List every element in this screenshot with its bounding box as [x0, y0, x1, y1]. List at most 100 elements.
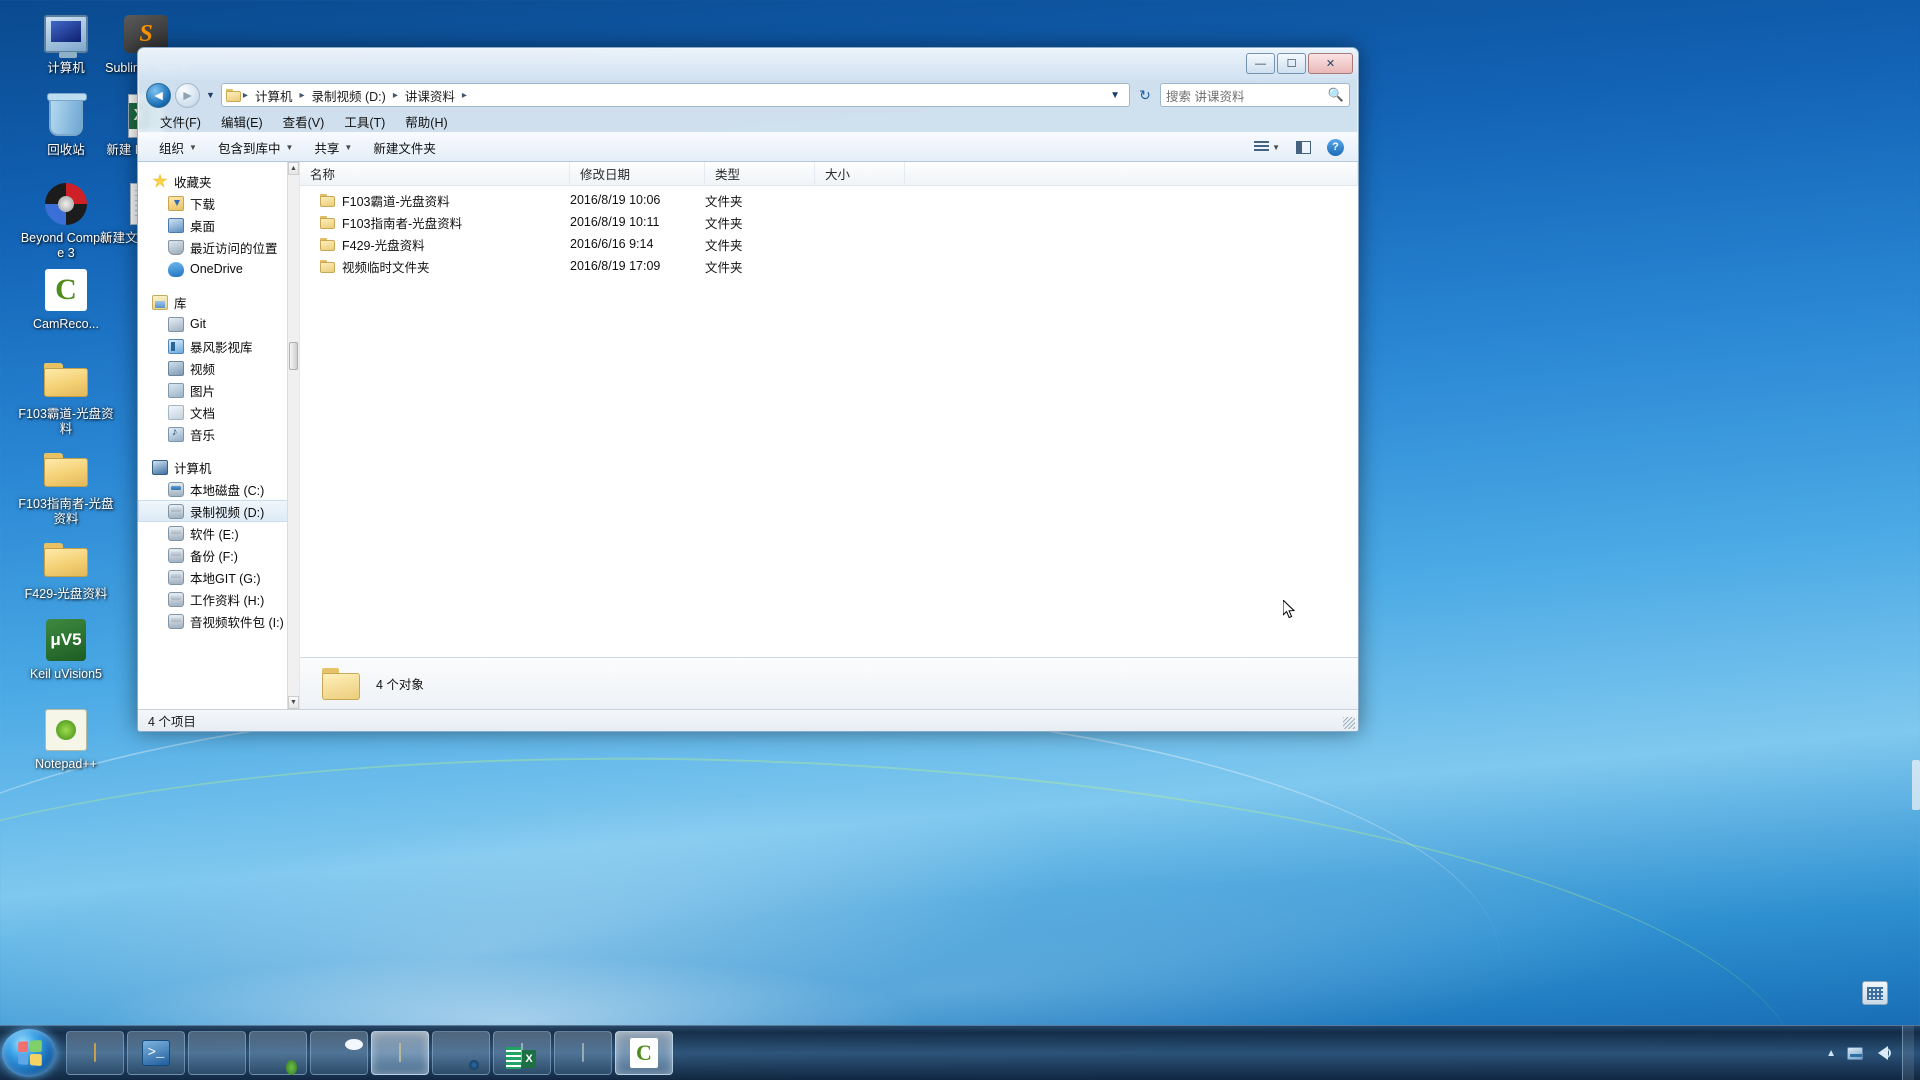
taskbar-button-calculator-icon[interactable] [554, 1031, 612, 1075]
tree-item-音乐[interactable]: 音乐 [138, 423, 299, 445]
scroll-up-button[interactable]: ▲ [288, 162, 299, 175]
tree-item-label: 录制视频 (D:) [190, 505, 265, 520]
share-button[interactable]: 共享 ▼ [305, 134, 361, 161]
column-header-date[interactable]: 修改日期 [570, 162, 705, 185]
breadcrumb-folder[interactable]: 讲课资料 [400, 84, 460, 106]
cell-name: 视频临时文件夹 [300, 257, 570, 276]
desktop-icon-keil-icon[interactable]: μV5 Keil uVision5 [16, 608, 116, 682]
table-row[interactable]: F103指南者-光盘资料 2016/8/19 10:11 文件夹 [300, 211, 1358, 233]
help-button[interactable]: ? [1321, 136, 1350, 159]
computer-icon [42, 10, 90, 58]
desktop-icon-folder-icon[interactable]: F103霸道-光盘资料 [16, 348, 116, 437]
breadcrumb-computer[interactable]: 计算机 [250, 84, 298, 106]
address-bar[interactable]: ▸ 计算机 ▸ 录制视频 (D:) ▸ 讲课资料 ▸ ▼ [220, 83, 1130, 107]
calculator-icon [582, 1043, 584, 1062]
column-header-blank [905, 162, 1358, 185]
new-folder-button[interactable]: 新建文件夹 [364, 134, 445, 161]
menu-item-4[interactable]: 帮助(H) [397, 110, 455, 133]
taskbar-button-camrecorder-icon[interactable]: C [615, 1031, 673, 1075]
recycle-bin-icon [42, 92, 90, 140]
breadcrumb-drive[interactable]: 录制视频 (D:) [307, 84, 391, 106]
tree-item-label: 下载 [190, 197, 216, 212]
tree-item-Git[interactable]: Git [138, 313, 299, 335]
organize-button[interactable]: 组织 ▼ [150, 134, 206, 161]
taskbar-buttons: >_ X C [66, 1031, 673, 1075]
tree-item-最近访问的位置[interactable]: 最近访问的位置 [138, 236, 299, 258]
tree-item-本地磁盘 (C:)[interactable]: 本地磁盘 (C:) [138, 478, 299, 500]
table-row[interactable]: 视频临时文件夹 2016/8/19 17:09 文件夹 [300, 255, 1358, 277]
close-button[interactable]: ✕ [1308, 53, 1353, 74]
tree-group-收藏夹[interactable]: 收藏夹 [138, 170, 299, 192]
minimize-button[interactable]: — [1246, 53, 1275, 74]
tree-item-label: 本地GIT (G:) [190, 571, 261, 586]
taskbar-button-explorer-icon[interactable] [66, 1031, 124, 1075]
new-folder-label: 新建文件夹 [373, 141, 436, 156]
navpane-scrollbar[interactable]: ▲ ▼ [287, 162, 299, 709]
refresh-button[interactable]: ↻ [1134, 84, 1156, 106]
tree-item-音视频软件包 (I:)[interactable]: 音视频软件包 (I:) [138, 610, 299, 632]
taskbar-button-notepad-icon[interactable] [371, 1031, 429, 1075]
tree-item-label: 最近访问的位置 [190, 241, 278, 256]
desktop-gadget-icon[interactable] [1862, 981, 1888, 1005]
tree-item-备份 (F:)[interactable]: 备份 (F:) [138, 544, 299, 566]
videos-icon [168, 360, 184, 376]
preview-pane-button[interactable] [1290, 138, 1317, 157]
column-header-type[interactable]: 类型 [705, 162, 815, 185]
tree-item-OneDrive[interactable]: OneDrive [138, 258, 299, 280]
tree-item-暴风影视库[interactable]: 暴风影视库 [138, 335, 299, 357]
tree-item-桌面[interactable]: 桌面 [138, 214, 299, 236]
start-button[interactable] [2, 1029, 56, 1077]
onedrive-icon [168, 261, 184, 277]
table-row[interactable]: F103霸道-光盘资料 2016/8/19 10:06 文件夹 [300, 189, 1358, 211]
screen-edge-scrollbar[interactable] [1912, 760, 1920, 810]
desktop-icon-folder-icon[interactable]: F429-光盘资料 [16, 528, 116, 602]
desktop-icon-camrecorder-icon[interactable]: C CamReco... [16, 258, 116, 332]
menu-item-2[interactable]: 查看(V) [275, 110, 333, 133]
tree-item-软件 (E:)[interactable]: 软件 (E:) [138, 522, 299, 544]
drive-icon [168, 503, 184, 519]
search-box[interactable]: 搜索 讲课资料 🔍 [1160, 83, 1350, 107]
taskbar-button-powershell-icon[interactable]: >_ [127, 1031, 185, 1075]
breadcrumb-separator: ▸ [242, 89, 248, 101]
taskbar-button-camera-icon[interactable] [432, 1031, 490, 1075]
tree-item-录制视频 (D:)[interactable]: 录制视频 (D:) [138, 500, 299, 522]
resize-grip[interactable] [1343, 717, 1355, 729]
maximize-button[interactable]: ☐ [1277, 53, 1306, 74]
tree-item-文档[interactable]: 文档 [138, 401, 299, 423]
scroll-down-button[interactable]: ▼ [288, 696, 299, 709]
tree-item-视频[interactable]: 视频 [138, 357, 299, 379]
network-icon[interactable] [1846, 1044, 1864, 1062]
taskbar-button-excel-icon[interactable]: X [493, 1031, 551, 1075]
tree-group-库[interactable]: 库 [138, 291, 299, 313]
music-icon [168, 426, 184, 442]
forward-button[interactable]: ► [175, 82, 200, 108]
menu-item-0[interactable]: 文件(F) [152, 110, 209, 133]
taskbar-button-firefox-icon[interactable] [188, 1031, 246, 1075]
address-dropdown-icon[interactable]: ▼ [1105, 90, 1125, 101]
column-header-name[interactable]: 名称 [300, 162, 570, 185]
table-row[interactable]: F429-光盘资料 2016/6/16 9:14 文件夹 [300, 233, 1358, 255]
taskbar-button-qq-browser-icon[interactable] [310, 1031, 368, 1075]
volume-icon[interactable] [1874, 1044, 1892, 1062]
recent-pages-dropdown[interactable]: ▼ [204, 90, 217, 100]
desktop-icon-notepadpp-icon[interactable]: Notepad++ [16, 698, 116, 772]
show-hidden-icons-button[interactable]: ▲ [1826, 1048, 1836, 1059]
tree-item-本地GIT (G:)[interactable]: 本地GIT (G:) [138, 566, 299, 588]
back-button[interactable]: ◄ [146, 82, 171, 108]
include-in-library-button[interactable]: 包含到库中 ▼ [209, 134, 302, 161]
desktop-icon-folder-icon[interactable]: F103指南者-光盘资料 [16, 438, 116, 527]
tree-item-下载[interactable]: 下载 [138, 192, 299, 214]
share-label: 共享 [314, 141, 340, 156]
scrollbar-thumb[interactable] [289, 342, 298, 370]
tree-item-图片[interactable]: 图片 [138, 379, 299, 401]
column-header-size[interactable]: 大小 [815, 162, 905, 185]
file-list-pane: 名称 修改日期 类型 大小 F103霸道-光盘资料 2016/8/19 10:06… [300, 162, 1358, 709]
menu-item-3[interactable]: 工具(T) [336, 110, 393, 133]
menu-item-1[interactable]: 编辑(E) [213, 110, 271, 133]
change-view-button[interactable]: ▼ [1248, 138, 1286, 156]
show-desktop-button[interactable] [1902, 1026, 1914, 1080]
taskbar-button-music-player-icon[interactable] [249, 1031, 307, 1075]
folder-icon [320, 193, 335, 207]
tree-group-计算机[interactable]: 计算机 [138, 456, 299, 478]
tree-item-工作资料 (H:)[interactable]: 工作资料 (H:) [138, 588, 299, 610]
